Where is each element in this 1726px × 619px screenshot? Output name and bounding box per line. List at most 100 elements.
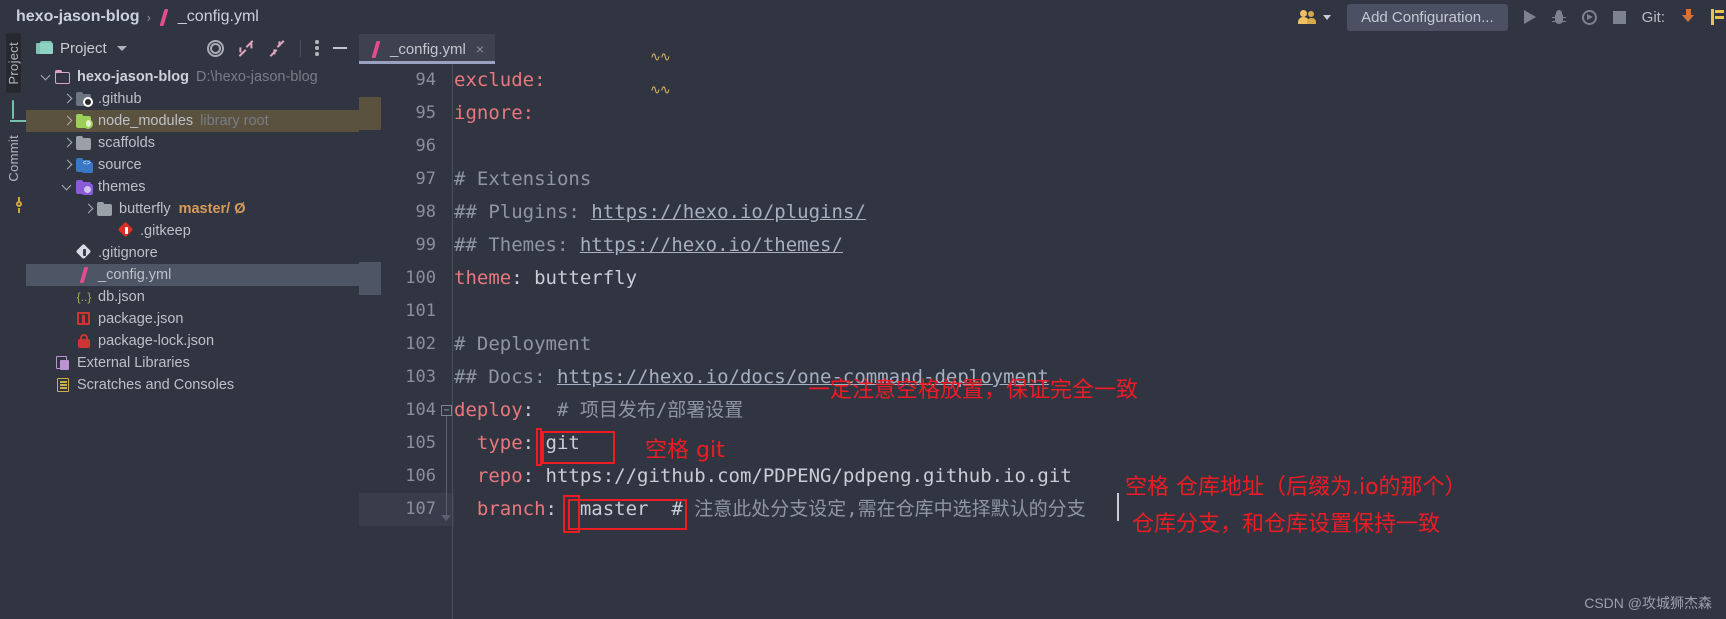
git-update-button[interactable] [1673,0,1703,34]
tree-item-gitkeep[interactable]: .gitkeep [26,220,359,242]
expand-arrows-icon[interactable] [238,39,255,57]
run-button[interactable] [1516,0,1544,34]
panel-options-icon[interactable] [315,40,319,57]
editor-tab-config-yml[interactable]: _config.yml × [359,34,496,64]
error-squiggle: ∿∿ [650,50,671,65]
select-opened-file-icon[interactable] [207,39,224,57]
folder-icon [76,135,92,151]
json-file-icon: {..} [76,290,92,304]
code-line[interactable]: theme: butterfly [454,262,637,295]
code-token: : [522,399,535,421]
tree-item-scaffolds[interactable]: scaffolds [26,132,359,154]
gutter-divider [452,64,453,619]
run-with-coverage-button[interactable] [1574,0,1605,34]
breadcrumb-project[interactable]: hexo-jason-blog [16,8,140,26]
line-number: 94 [415,70,436,90]
annotation-box-master-value [568,499,687,530]
git-file-icon [117,221,134,239]
tree-item-themes[interactable]: themes [26,176,359,198]
line-number: 105 [405,433,436,453]
git-branch-button[interactable] [1703,0,1726,34]
collapse-arrows-icon[interactable] [269,39,286,57]
line-number: 100 [405,268,436,288]
tree-item-label: .github [98,91,142,107]
git-group: Git: [1634,0,1673,34]
stop-icon [1612,10,1626,24]
fold-toggle-icon[interactable]: − [441,405,452,416]
code-line[interactable]: repo: https://github.com/PDPENG/pdpeng.g… [454,460,1072,493]
code-line[interactable]: # Extensions [454,163,591,196]
chevron-right-icon[interactable] [61,137,73,149]
project-panel-header: Project [26,34,359,62]
sidebar-item-commit[interactable]: Commit [6,127,21,190]
chevron-right-icon[interactable] [61,93,73,105]
debug-button[interactable] [1544,0,1574,34]
annotation-space-git: 空格 git [645,438,725,463]
tree-item-sublabel: master/ Ø [178,201,246,217]
chevron-right-icon[interactable] [61,115,73,127]
tree-item-github[interactable]: .github [26,88,359,110]
line-number: 96 [415,136,436,156]
error-squiggle: ∿∿ [650,83,671,98]
tree-item-source[interactable]: source [26,154,359,176]
code-token: # Deployment [454,333,592,355]
git-branch-icon [1711,9,1724,25]
folder-themes-icon [76,179,93,195]
tree-item-package-json[interactable]: package.json [26,308,359,330]
breadcrumb-file[interactable]: _config.yml [178,8,259,26]
hide-panel-icon[interactable] [333,46,347,50]
tree-item-label: .gitignore [98,245,158,261]
chevron-down-icon[interactable] [40,71,52,83]
code-line[interactable]: exclude: [454,64,546,97]
chevron-down-icon[interactable] [61,181,73,193]
git-label: Git: [1641,8,1665,26]
code-content[interactable]: exclude: ignore: # Extensions ## Plugins: h… [441,50,1726,619]
line-number: 106 [405,466,436,486]
tree-item-sublabel: library root [200,113,269,129]
chevron-down-icon[interactable] [116,45,127,51]
monitor-icon[interactable] [12,99,14,119]
yml-file-icon [76,267,92,283]
code-line[interactable]: # Deployment [454,328,591,361]
code-editor[interactable]: 94 95 96 97 98 99 100 101 102 103 104 105 106 107 exc… [359,50,1726,619]
code-line[interactable]: ignore: [454,97,534,130]
tree-item-gitignore[interactable]: .gitignore [26,242,359,264]
code-token: # 项目发布/部署设置 [534,399,744,421]
code-line[interactable]: ## Plugins: https://hexo.io/plugins/ [454,196,866,229]
project-tool-window: Project hexo-jason-blog D:\hexo-jason-bl… [26,34,359,619]
code-token: deploy [454,399,523,421]
code-line[interactable]: ## Themes: https://hexo.io/themes/ [454,229,843,262]
project-tree: hexo-jason-blog D:\hexo-jason-blog .github… [26,62,359,396]
close-icon[interactable]: × [476,41,484,57]
tree-item-db-json[interactable]: {..} db.json [26,286,359,308]
ide-window: hexo-jason-blog › _config.yml Add Config… [0,0,1726,619]
tree-item-hexo-jason-blog[interactable]: hexo-jason-blog D:\hexo-jason-blog [26,66,359,88]
line-number: 98 [415,202,436,222]
line-number: 103 [405,367,436,387]
code-token: : butterfly [511,267,638,289]
tree-item-external-libraries[interactable]: External Libraries [26,352,359,374]
tree-item-node-modules[interactable]: node_modules library root [26,110,359,132]
stop-button[interactable] [1605,0,1634,34]
folder-node-modules-icon [76,113,93,129]
chevron-right-icon[interactable] [82,203,94,215]
tree-item-config-yml[interactable]: _config.yml [26,264,359,286]
code-token: theme [454,267,512,289]
tree-item-scratches-and-consoles[interactable]: Scratches and Consoles [26,374,359,396]
tree-item-butterfly[interactable]: butterfly master/ Ø [26,198,359,220]
tree-item-label: .gitkeep [140,223,191,239]
tree-item-label: db.json [98,289,145,305]
line-number: 95 [415,103,436,123]
line-number-gutter: 94 95 96 97 98 99 100 101 102 103 104 105 106 107 [359,64,454,619]
code-line[interactable]: deploy: # 项目发布/部署设置 [454,394,743,427]
add-configuration-button[interactable]: Add Configuration... [1339,0,1516,34]
code-line[interactable]: branch: master # 注意此处分支设定,需在仓库中选择默认的分支 [454,493,1086,526]
tree-item-label: source [98,157,142,173]
sidebar-item-project[interactable]: Project [5,34,21,93]
tree-item-label: External Libraries [77,355,190,371]
chevron-right-icon[interactable] [61,159,73,171]
tree-item-package-lock-json[interactable]: package-lock.json [26,330,359,352]
code-with-me-button[interactable] [1291,0,1339,34]
